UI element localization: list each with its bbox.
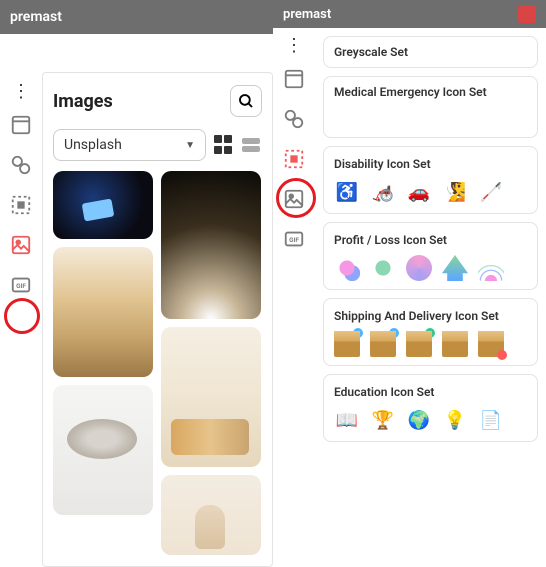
grid-view-icon[interactable]: [214, 135, 234, 155]
set-title: Greyscale Set: [334, 45, 527, 59]
manual-wheelchair-icon[interactable]: 🦽: [370, 179, 396, 205]
right-pane: premast ⋮ GIF Greyscale Set Medical Emer…: [273, 0, 546, 567]
globe-icon[interactable]: 🌍: [406, 407, 432, 433]
layout-toggle: [214, 135, 262, 155]
deaf-icon[interactable]: 🧏: [442, 179, 468, 205]
select-icon[interactable]: [283, 148, 305, 170]
brand-label: premast: [283, 7, 331, 22]
search-button[interactable]: [230, 85, 262, 117]
list-view-icon[interactable]: [242, 135, 262, 155]
signal-icon[interactable]: [478, 255, 504, 281]
wheelchair-icon[interactable]: ♿: [334, 179, 360, 205]
box-pin-icon[interactable]: [478, 331, 504, 357]
more-icon[interactable]: ⋮: [285, 42, 303, 50]
box-icon[interactable]: [442, 331, 468, 357]
box-icon[interactable]: [406, 331, 432, 357]
box-icon[interactable]: [370, 331, 396, 357]
car-icon[interactable]: 🚗: [406, 179, 432, 205]
source-select[interactable]: Unsplash ▼: [53, 129, 206, 161]
image-thumb[interactable]: [161, 327, 261, 467]
images-icon[interactable]: [10, 234, 32, 256]
gif-icon[interactable]: GIF: [283, 228, 305, 250]
svg-text:GIF: GIF: [16, 282, 26, 290]
icon-set-card[interactable]: Medical Emergency Icon Set: [323, 76, 538, 138]
image-thumb[interactable]: [53, 385, 153, 515]
icon-set-card[interactable]: Greyscale Set: [323, 36, 538, 68]
close-icon[interactable]: [518, 5, 536, 23]
more-icon[interactable]: ⋮: [12, 88, 30, 96]
icon-sets-list[interactable]: Greyscale Set Medical Emergency Icon Set…: [315, 28, 546, 567]
templates-icon[interactable]: [283, 68, 305, 90]
set-title: Education Icon Set: [334, 385, 527, 399]
image-thumb[interactable]: [161, 475, 261, 555]
gif-icon[interactable]: GIF: [10, 274, 32, 296]
chevron-down-icon: ▼: [185, 140, 195, 151]
icon-set-card[interactable]: Shipping And Delivery Icon Set: [323, 298, 538, 366]
gear-icon[interactable]: [406, 255, 432, 281]
icon-row: [334, 255, 527, 281]
brand-label: premast: [10, 9, 62, 25]
set-title: Medical Emergency Icon Set: [334, 85, 527, 99]
shapes-icon[interactable]: [10, 154, 32, 176]
icon-row: ♿ 🦽 🚗 🧏 🦯: [334, 179, 527, 205]
set-title: Profit / Loss Icon Set: [334, 233, 527, 247]
book-icon[interactable]: 📖: [334, 407, 360, 433]
left-header: premast: [0, 0, 273, 34]
left-pane: ⋮ GIF Images Unsplash ▼: [0, 38, 273, 567]
image-thumb[interactable]: [53, 247, 153, 377]
right-sidebar: ⋮ GIF: [273, 28, 315, 567]
lamp-icon[interactable]: 💡: [442, 407, 468, 433]
growth-icon[interactable]: [442, 255, 468, 281]
image-grid: [43, 171, 272, 567]
right-header: premast: [273, 0, 546, 28]
templates-icon[interactable]: [10, 114, 32, 136]
icon-set-card[interactable]: Education Icon Set 📖 🏆 🌍 💡 📄: [323, 374, 538, 442]
select-icon[interactable]: [10, 194, 32, 216]
source-label: Unsplash: [64, 137, 122, 153]
shapes-icon[interactable]: [283, 108, 305, 130]
cane-icon[interactable]: 🦯: [478, 179, 504, 205]
images-icon[interactable]: [283, 188, 305, 210]
icon-set-card[interactable]: Disability Icon Set ♿ 🦽 🚗 🧏 🦯: [323, 146, 538, 214]
analytics-icon[interactable]: [334, 255, 360, 281]
panel-title: Images: [53, 91, 113, 112]
svg-text:GIF: GIF: [289, 236, 299, 244]
box-icon[interactable]: [334, 331, 360, 357]
magnify-icon[interactable]: [370, 255, 396, 281]
paper-icon[interactable]: 📄: [478, 407, 504, 433]
image-thumb[interactable]: [161, 171, 261, 319]
icon-row: [334, 331, 527, 357]
images-panel: Images Unsplash ▼: [42, 72, 273, 567]
set-title: Disability Icon Set: [334, 157, 527, 171]
left-sidebar: ⋮ GIF: [0, 72, 42, 567]
trophy-icon[interactable]: 🏆: [370, 407, 396, 433]
icon-row: 📖 🏆 🌍 💡 📄: [334, 407, 527, 433]
icon-set-card[interactable]: Profit / Loss Icon Set: [323, 222, 538, 290]
set-title: Shipping And Delivery Icon Set: [334, 309, 527, 323]
image-thumb[interactable]: [53, 171, 153, 239]
